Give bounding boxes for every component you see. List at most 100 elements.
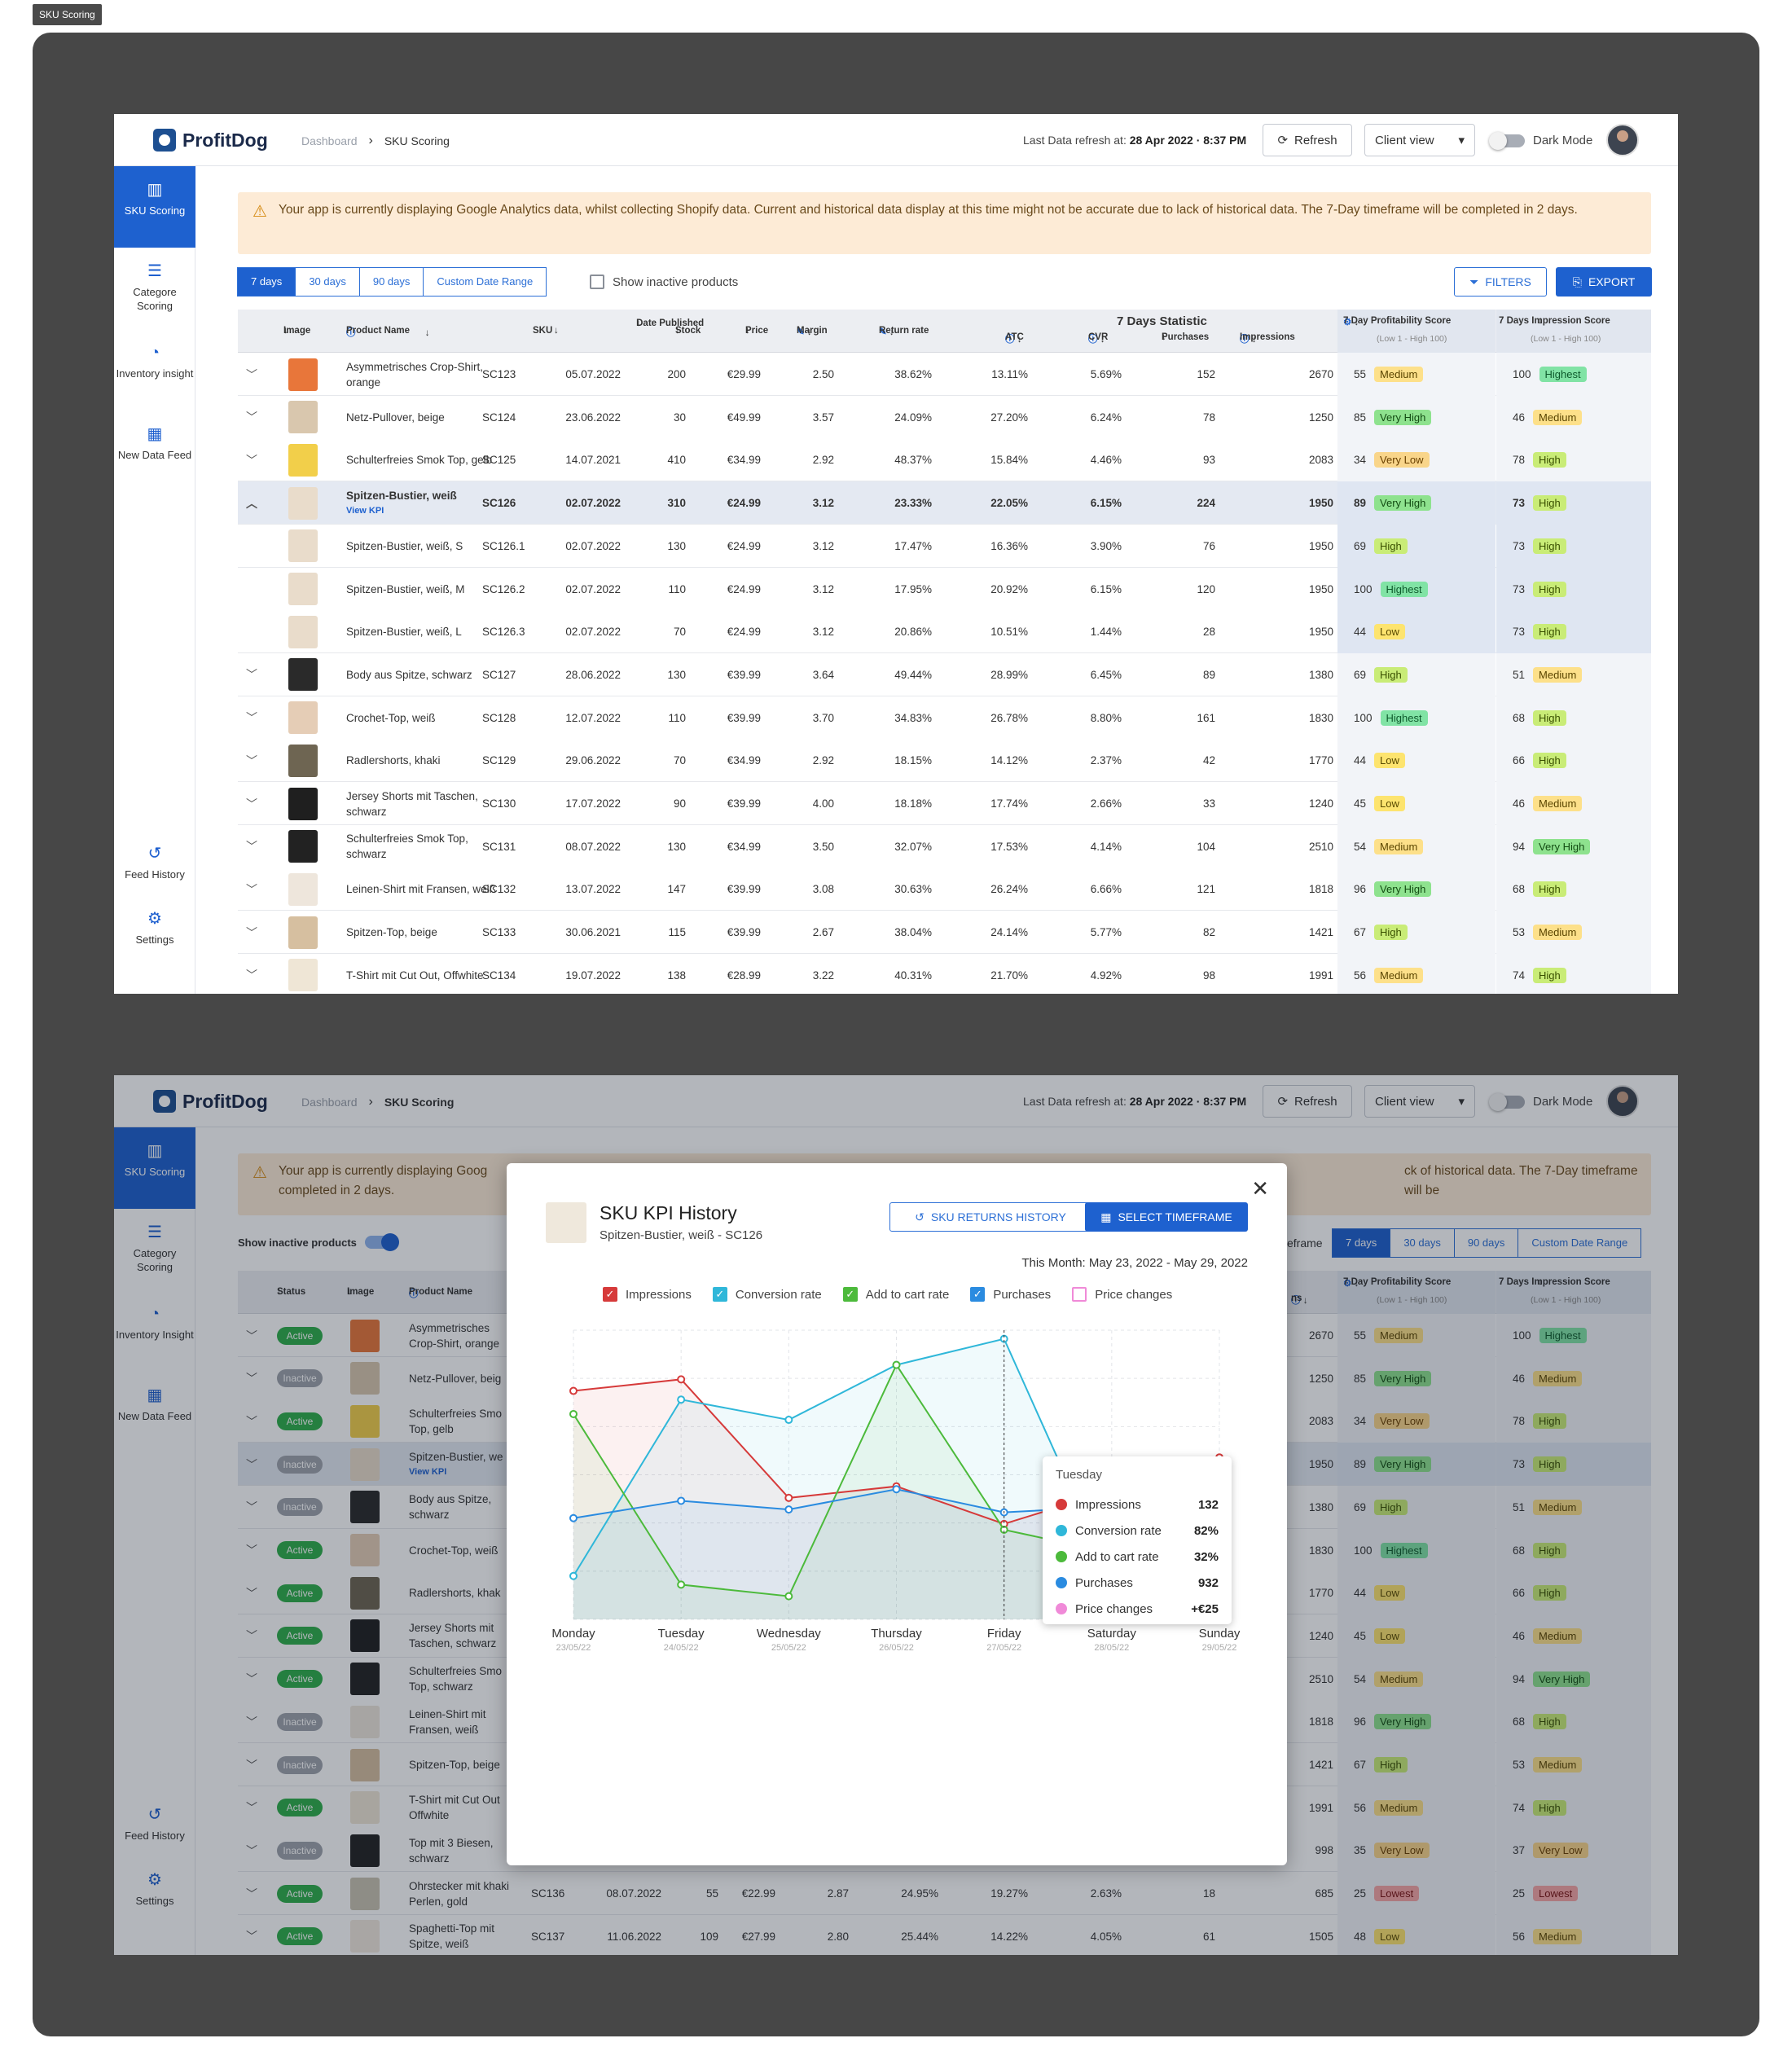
toggle-switch[interactable] bbox=[1489, 131, 1525, 150]
table-row[interactable]: ﹀ Asymmetrisches Crop-Shirt, orange SC123 0… bbox=[238, 353, 1651, 396]
col-label: Return rate bbox=[879, 326, 929, 336]
chevron-down-icon[interactable]: ﹀ bbox=[246, 653, 257, 696]
product-image bbox=[288, 568, 318, 611]
table-row[interactable]: ﹀ Crochet-Top, weiß SC128 12.07.2022 110 €39.… bbox=[238, 696, 1651, 740]
data-point[interactable] bbox=[784, 1493, 793, 1502]
data-point[interactable] bbox=[677, 1580, 686, 1589]
chevron-down-icon[interactable]: ﹀ bbox=[246, 739, 257, 782]
col-profit-score[interactable]: 7 Day Profitability Score ⚙ ↓ bbox=[1343, 316, 1451, 327]
sku-variant-row[interactable]: Spitzen-Bustier, weiß, L SC126.3 02.07.202… bbox=[238, 610, 1651, 654]
col-price[interactable]: Price ↓ bbox=[745, 326, 768, 336]
table-row[interactable]: ﹀ Schulterfreies Smok Top, gelb SC125 14.07… bbox=[238, 438, 1651, 482]
range-90-days[interactable]: 90 days bbox=[358, 267, 424, 297]
col-date[interactable]: Date Published ↓ bbox=[606, 316, 704, 331]
refresh-button[interactable]: ⟳ Refresh bbox=[1263, 124, 1352, 156]
data-point[interactable] bbox=[784, 1505, 793, 1514]
impression-score-cell: 66 High bbox=[1496, 739, 1651, 783]
atc-cell: 24.14% bbox=[990, 926, 1028, 939]
range-30-days[interactable]: 30 days bbox=[295, 267, 360, 297]
nav-inventory-insight[interactable]: ◔ Inventory insight bbox=[114, 329, 195, 411]
data-point[interactable] bbox=[677, 1496, 686, 1505]
table-row[interactable]: ﹀ Body aus Spitze, schwarz SC127 28.06.2022… bbox=[238, 652, 1651, 696]
col-margin[interactable]: Margin ✎ ↓ bbox=[797, 326, 828, 337]
col-imp-score[interactable]: 7 Days Impression Score ↓ bbox=[1499, 316, 1610, 326]
product-name-cell: Asymmetrisches Crop-Shirt, orange bbox=[346, 353, 501, 396]
col-product[interactable]: Product Name ⓘ ↓ bbox=[346, 326, 429, 339]
nav-settings[interactable]: ⚙ Settings bbox=[114, 895, 195, 977]
atc-cell: 27.20% bbox=[990, 411, 1028, 424]
table-row[interactable]: ﹀ Leinen-Shirt mit Fransen, weiß SC132 13.0… bbox=[238, 868, 1651, 912]
table-row[interactable]: ﹀ Spitzen-Top, beige SC133 30.06.2021 115 €39… bbox=[238, 911, 1651, 955]
avatar[interactable] bbox=[1606, 124, 1639, 156]
data-point[interactable] bbox=[569, 1386, 578, 1395]
chevron-down-icon[interactable]: ﹀ bbox=[246, 396, 257, 439]
sku-returns-history-button[interactable]: ↺ SKU RETURNS HISTORY bbox=[889, 1202, 1091, 1232]
nav-sku-scoring[interactable]: ▥ SKU Scoring bbox=[114, 166, 195, 248]
data-point[interactable] bbox=[569, 1513, 578, 1522]
tooltip-label: Impressions bbox=[1075, 1497, 1141, 1512]
table-row[interactable]: ﹀ Radlershorts, khaki SC129 29.06.2022 70 €34… bbox=[238, 739, 1651, 783]
table-row[interactable]: ﹀ Jersey Shorts mit Taschen, schwarz SC130… bbox=[238, 782, 1651, 825]
brand-logo[interactable]: ProfitDog bbox=[153, 129, 268, 152]
status-badge: Medium bbox=[1533, 666, 1583, 683]
table-row[interactable]: ﹀ Netz-Pullover, beige SC124 23.06.2022 30 €4… bbox=[238, 395, 1651, 439]
chevron-down-icon[interactable]: ﹀ bbox=[246, 353, 257, 396]
chevron-down-icon[interactable]: ﹀ bbox=[246, 868, 257, 911]
data-point[interactable] bbox=[677, 1375, 686, 1384]
filters-button[interactable]: ⏷ FILTERS bbox=[1454, 267, 1547, 297]
sku-cell: SC124 bbox=[482, 411, 516, 424]
table-row[interactable]: ﹀ Schulterfreies Smok Top, schwarz SC131 08… bbox=[238, 824, 1651, 868]
impression-score-value: 53 bbox=[1513, 926, 1526, 939]
export-button[interactable]: ⎘ EXPORT bbox=[1556, 267, 1652, 297]
chevron-down-icon[interactable]: ﹀ bbox=[246, 696, 257, 740]
table-row[interactable]: ︿ Spitzen-Bustier, weiß View KPI SC126 02.07… bbox=[238, 481, 1651, 525]
product-name: Spitzen-Bustier, weiß, M bbox=[346, 582, 465, 595]
sku-variant-row[interactable]: Spitzen-Bustier, weiß, M SC126.2 02.07.202… bbox=[238, 567, 1651, 611]
col-stock[interactable]: Stock ↓ bbox=[675, 326, 701, 336]
client-view-select[interactable]: Client view ▾ bbox=[1364, 124, 1475, 156]
close-icon[interactable]: ✕ bbox=[1251, 1176, 1269, 1201]
data-point[interactable] bbox=[569, 1409, 578, 1418]
status-badge: High bbox=[1533, 881, 1566, 898]
col-impressions[interactable]: Impressions ⓘ ↓ bbox=[1240, 332, 1295, 345]
impression-score-value: 46 bbox=[1513, 797, 1526, 810]
dark-mode-toggle[interactable]: Dark Mode bbox=[1489, 131, 1592, 150]
range-7-days[interactable]: 7 days bbox=[237, 267, 296, 297]
nav-new-data-feed[interactable]: ▦ New Data Feed bbox=[114, 411, 195, 492]
col-sku[interactable]: SKU ↓ bbox=[533, 326, 559, 336]
view-kpi-link[interactable]: View KPI bbox=[346, 503, 501, 519]
data-point[interactable] bbox=[677, 1395, 686, 1404]
sku-cell: SC128 bbox=[482, 711, 516, 724]
data-point[interactable] bbox=[892, 1360, 901, 1369]
chevron-down-icon[interactable]: ﹀ bbox=[246, 911, 257, 954]
data-point[interactable] bbox=[892, 1485, 901, 1494]
profit-score-value: 69 bbox=[1354, 539, 1367, 552]
nav-category-scoring[interactable]: ☰ Categore Scoring bbox=[114, 248, 195, 329]
data-point[interactable] bbox=[784, 1592, 793, 1601]
col-atc[interactable]: ATC ⓘ ↓ bbox=[1005, 332, 1024, 345]
profit-score-value: 100 bbox=[1354, 711, 1373, 724]
col-image[interactable]: Image ↓ bbox=[283, 326, 310, 336]
data-point[interactable] bbox=[569, 1571, 578, 1580]
chevron-up-icon[interactable]: ︿ bbox=[246, 481, 257, 525]
margin-cell: 3.22 bbox=[812, 969, 834, 982]
chart-tooltip: Tuesday Impressions 132 Conversion rate 82%… bbox=[1043, 1456, 1232, 1624]
col-cvr[interactable]: CVR ⓘ ↓ bbox=[1088, 332, 1108, 345]
impression-score-cell: 68 High bbox=[1496, 868, 1651, 912]
select-timeframe-button[interactable]: ▦ SELECT TIMEFRAME bbox=[1085, 1202, 1248, 1232]
bar-chart-icon: ▥ bbox=[147, 181, 163, 199]
col-purchases[interactable]: Purchases ↓ bbox=[1162, 332, 1209, 342]
data-point[interactable] bbox=[784, 1416, 793, 1425]
chevron-down-icon[interactable]: ﹀ bbox=[246, 438, 257, 481]
sku-variant-row[interactable]: Spitzen-Bustier, weiß, S SC126.1 02.07.202… bbox=[238, 524, 1651, 568]
chevron-down-icon[interactable]: ﹀ bbox=[246, 954, 257, 994]
chevron-down-icon[interactable]: ﹀ bbox=[246, 825, 257, 868]
product-name-cell: Leinen-Shirt mit Fransen, weiß bbox=[346, 868, 501, 911]
show-inactive-checkbox[interactable]: Show inactive products bbox=[590, 275, 738, 289]
range-custom[interactable]: Custom Date Range bbox=[423, 267, 547, 297]
breadcrumb-home[interactable]: Dashboard bbox=[301, 134, 358, 147]
col-return[interactable]: Return rate ✎ ↓ bbox=[879, 326, 929, 337]
chevron-down-icon[interactable]: ﹀ bbox=[246, 782, 257, 825]
table-row[interactable]: ﹀ T-Shirt mit Cut Out, Offwhite SC134 19.07… bbox=[238, 953, 1651, 994]
checkbox[interactable] bbox=[590, 275, 604, 289]
